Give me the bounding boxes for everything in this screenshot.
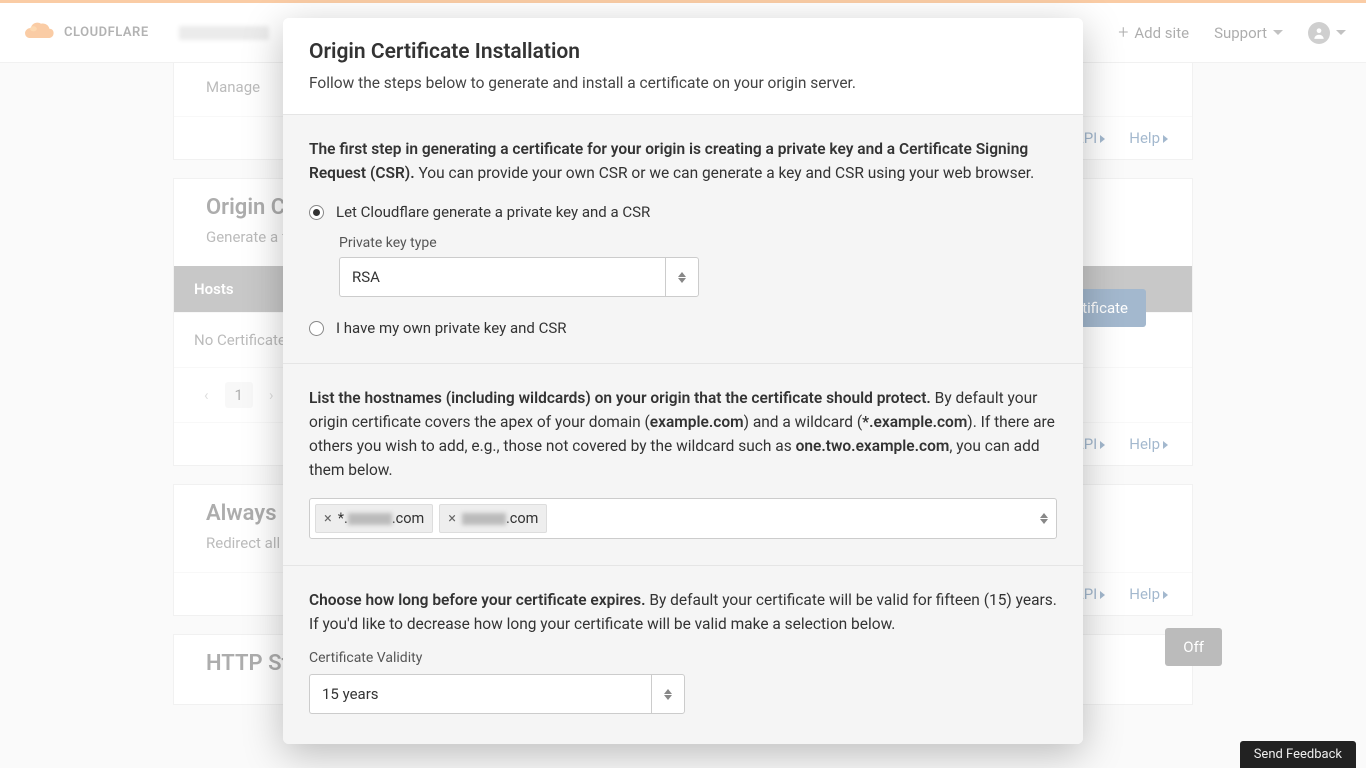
hostname-tag: × .com	[439, 504, 547, 533]
certificate-validity-select[interactable]: 15 years	[309, 674, 685, 714]
pager-page-1[interactable]: 1	[225, 382, 253, 408]
help-link[interactable]: Help	[1129, 435, 1168, 453]
radio-own-label: I have my own private key and CSR	[336, 319, 566, 337]
radio-icon-unchecked	[309, 321, 324, 336]
chevron-right-icon	[1163, 135, 1168, 143]
remove-tag-icon[interactable]: ×	[448, 510, 456, 527]
cloud-icon	[20, 17, 62, 49]
select-stepper[interactable]	[665, 257, 699, 297]
chevron-down-icon	[1273, 30, 1283, 35]
help-link[interactable]: Help	[1129, 585, 1168, 603]
step3-text: Choose how long before your certificate …	[309, 588, 1057, 636]
step-hostnames-section: List the hostnames (including wildcards)…	[283, 363, 1083, 565]
step-validity-section: Choose how long before your certificate …	[283, 565, 1083, 744]
hostnames-dropdown-handle[interactable]	[1040, 513, 1048, 524]
radio-generate-label: Let Cloudflare generate a private key an…	[336, 203, 650, 221]
chevron-right-icon	[1163, 591, 1168, 599]
site-selector[interactable]	[179, 26, 269, 40]
chevron-right-icon	[1100, 591, 1105, 599]
remove-tag-icon[interactable]: ×	[324, 510, 332, 527]
user-icon	[1308, 22, 1330, 44]
modal-title: Origin Certificate Installation	[309, 40, 1057, 64]
send-feedback-button[interactable]: Send Feedback	[1240, 741, 1356, 768]
hostnames-input[interactable]: × *..com × .com	[309, 498, 1057, 539]
chevron-up-icon	[664, 689, 672, 694]
hostname-tag: × *..com	[315, 504, 433, 533]
certificate-validity-value: 15 years	[309, 674, 651, 714]
user-menu[interactable]	[1308, 22, 1346, 44]
support-label: Support	[1214, 24, 1267, 42]
chevron-down-icon	[1040, 519, 1048, 524]
private-key-type-select[interactable]: RSA	[339, 257, 699, 297]
https-toggle[interactable]: Off	[1165, 628, 1222, 666]
step-csr-section: The first step in generating a certifica…	[283, 114, 1083, 363]
pager-prev[interactable]: ‹	[194, 382, 219, 408]
help-link[interactable]: Help	[1129, 129, 1168, 147]
chevron-down-icon	[664, 695, 672, 700]
step1-text: The first step in generating a certifica…	[309, 137, 1057, 185]
chevron-up-icon	[678, 272, 686, 277]
support-menu[interactable]: Support	[1214, 24, 1283, 42]
chevron-down-icon	[1336, 30, 1346, 35]
origin-certificate-modal: Origin Certificate Installation Follow t…	[283, 18, 1083, 744]
private-key-type-value: RSA	[339, 257, 665, 297]
radio-own-csr[interactable]: I have my own private key and CSR	[309, 319, 1057, 337]
private-key-type-label: Private key type	[339, 235, 1057, 251]
chevron-right-icon	[1100, 441, 1105, 449]
plus-icon: +	[1118, 22, 1128, 43]
pager-next[interactable]: ›	[259, 382, 284, 408]
logo-text: CLOUDFLARE	[64, 25, 149, 40]
select-stepper[interactable]	[651, 674, 685, 714]
modal-subtitle: Follow the steps below to generate and i…	[309, 74, 1057, 92]
cloudflare-logo[interactable]: CLOUDFLARE	[20, 17, 149, 49]
radio-icon-checked	[309, 205, 324, 220]
add-site-label: Add site	[1134, 24, 1189, 42]
chevron-up-icon	[1040, 513, 1048, 518]
radio-generate-csr[interactable]: Let Cloudflare generate a private key an…	[309, 203, 1057, 221]
certificate-validity-label: Certificate Validity	[309, 650, 1057, 666]
chevron-down-icon	[678, 278, 686, 283]
add-site-button[interactable]: + Add site	[1118, 22, 1189, 43]
hosts-column-header: Hosts	[194, 280, 234, 298]
chevron-right-icon	[1163, 441, 1168, 449]
step2-text: List the hostnames (including wildcards)…	[309, 386, 1057, 482]
chevron-right-icon	[1100, 135, 1105, 143]
